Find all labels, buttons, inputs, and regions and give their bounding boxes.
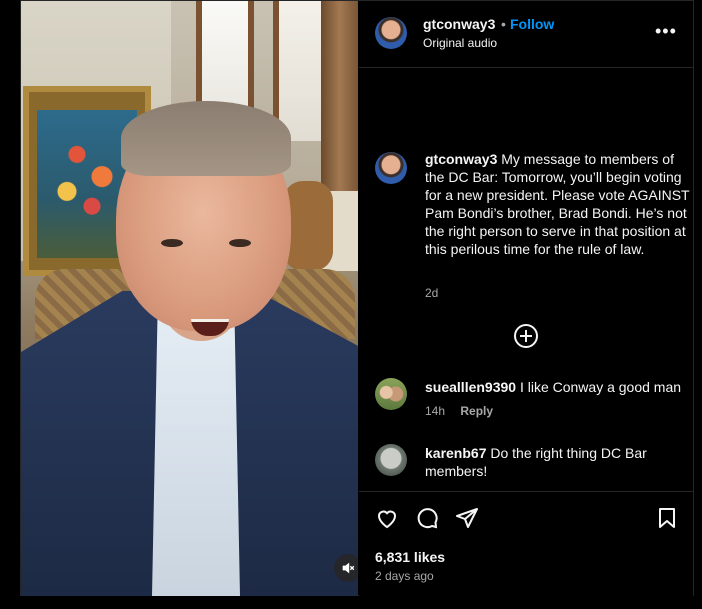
- avatar[interactable]: [375, 444, 407, 476]
- video-person-shirt: [152, 316, 240, 596]
- post-actions-bar: 6,831 likes 2 days ago: [359, 491, 693, 597]
- caption-text: gtconway3 My message to members of the D…: [425, 150, 695, 258]
- save-button[interactable]: [655, 506, 681, 532]
- comment-text: karenb67 Do the right thing DC Bar membe…: [425, 444, 695, 480]
- video-person-eye: [229, 239, 251, 247]
- follow-button[interactable]: Follow: [510, 16, 554, 32]
- caption-username[interactable]: gtconway3: [425, 151, 497, 167]
- comment-username[interactable]: karenb67: [425, 445, 486, 461]
- post-side-panel: gtconway3 • Follow Original audio ••• gt…: [359, 1, 693, 596]
- more-options-button[interactable]: •••: [655, 21, 677, 42]
- avatar[interactable]: [375, 17, 407, 49]
- comment-text: suealllen9390 I like Conway a good man: [425, 378, 695, 396]
- plus-circle-icon: [520, 330, 532, 342]
- share-button[interactable]: [455, 506, 481, 532]
- comment-meta: 14h Reply: [425, 404, 493, 418]
- reel-video[interactable]: [21, 1, 358, 596]
- avatar[interactable]: [375, 152, 407, 184]
- likes-count[interactable]: 6,831 likes: [375, 549, 445, 565]
- reply-button[interactable]: Reply: [460, 404, 493, 418]
- comment-body: I like Conway a good man: [519, 379, 682, 395]
- video-person-hair: [121, 101, 291, 176]
- post-date[interactable]: 2 days ago: [375, 569, 434, 583]
- heart-icon: [377, 510, 397, 529]
- caption-timestamp[interactable]: 2d: [425, 286, 438, 300]
- mute-button[interactable]: [334, 554, 358, 582]
- like-button[interactable]: [375, 506, 401, 532]
- video-person-eye: [161, 239, 183, 247]
- comment-username[interactable]: suealllen9390: [425, 379, 516, 395]
- separator-dot: •: [501, 16, 506, 32]
- comment-button[interactable]: [415, 506, 441, 532]
- share-icon: [456, 508, 478, 528]
- header-username[interactable]: gtconway3: [423, 16, 495, 32]
- post-header: gtconway3 • Follow Original audio •••: [359, 1, 693, 68]
- comment-timestamp[interactable]: 14h: [425, 404, 445, 418]
- load-more-comments-button[interactable]: [514, 324, 538, 348]
- audio-label[interactable]: Original audio: [423, 36, 497, 50]
- bookmark-icon: [659, 508, 675, 528]
- comment-icon: [417, 508, 438, 529]
- speaker-muted-icon: [342, 562, 355, 574]
- avatar[interactable]: [375, 378, 407, 410]
